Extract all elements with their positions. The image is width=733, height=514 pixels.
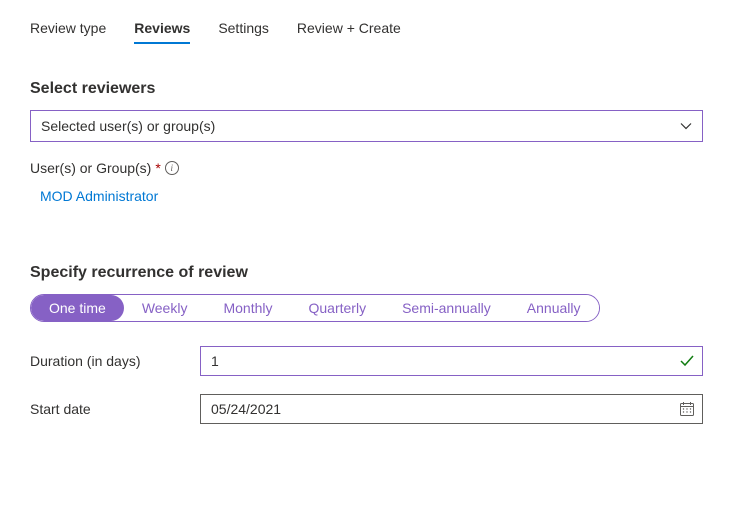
chevron-down-icon (680, 120, 692, 132)
users-or-groups-label: User(s) or Group(s) * i (30, 160, 703, 176)
tab-review-create[interactable]: Review + Create (297, 20, 401, 44)
recurrence-one-time[interactable]: One time (31, 295, 124, 321)
start-date-label: Start date (30, 401, 200, 417)
required-asterisk: * (155, 160, 160, 176)
reviewers-dropdown[interactable]: Selected user(s) or group(s) (30, 110, 703, 142)
recurrence-pill-group: One time Weekly Monthly Quarterly Semi-a… (30, 294, 600, 322)
tab-bar: Review type Reviews Settings Review + Cr… (30, 20, 703, 44)
recurrence-monthly[interactable]: Monthly (205, 295, 290, 321)
duration-input[interactable] (200, 346, 703, 376)
recurrence-weekly[interactable]: Weekly (124, 295, 206, 321)
info-icon[interactable]: i (165, 161, 179, 175)
reviewers-dropdown-value: Selected user(s) or group(s) (41, 118, 215, 134)
recurrence-annually[interactable]: Annually (509, 295, 599, 321)
tab-review-type[interactable]: Review type (30, 20, 106, 44)
tab-settings[interactable]: Settings (218, 20, 269, 44)
tab-reviews[interactable]: Reviews (134, 20, 190, 44)
recurrence-heading: Specify recurrence of review (30, 264, 703, 282)
recurrence-semi-annually[interactable]: Semi-annually (384, 295, 509, 321)
select-reviewers-heading: Select reviewers (30, 80, 703, 98)
selected-user-link[interactable]: MOD Administrator (40, 188, 158, 204)
start-date-input[interactable] (200, 394, 703, 424)
recurrence-quarterly[interactable]: Quarterly (291, 295, 385, 321)
duration-label: Duration (in days) (30, 353, 200, 369)
users-or-groups-text: User(s) or Group(s) (30, 160, 151, 176)
